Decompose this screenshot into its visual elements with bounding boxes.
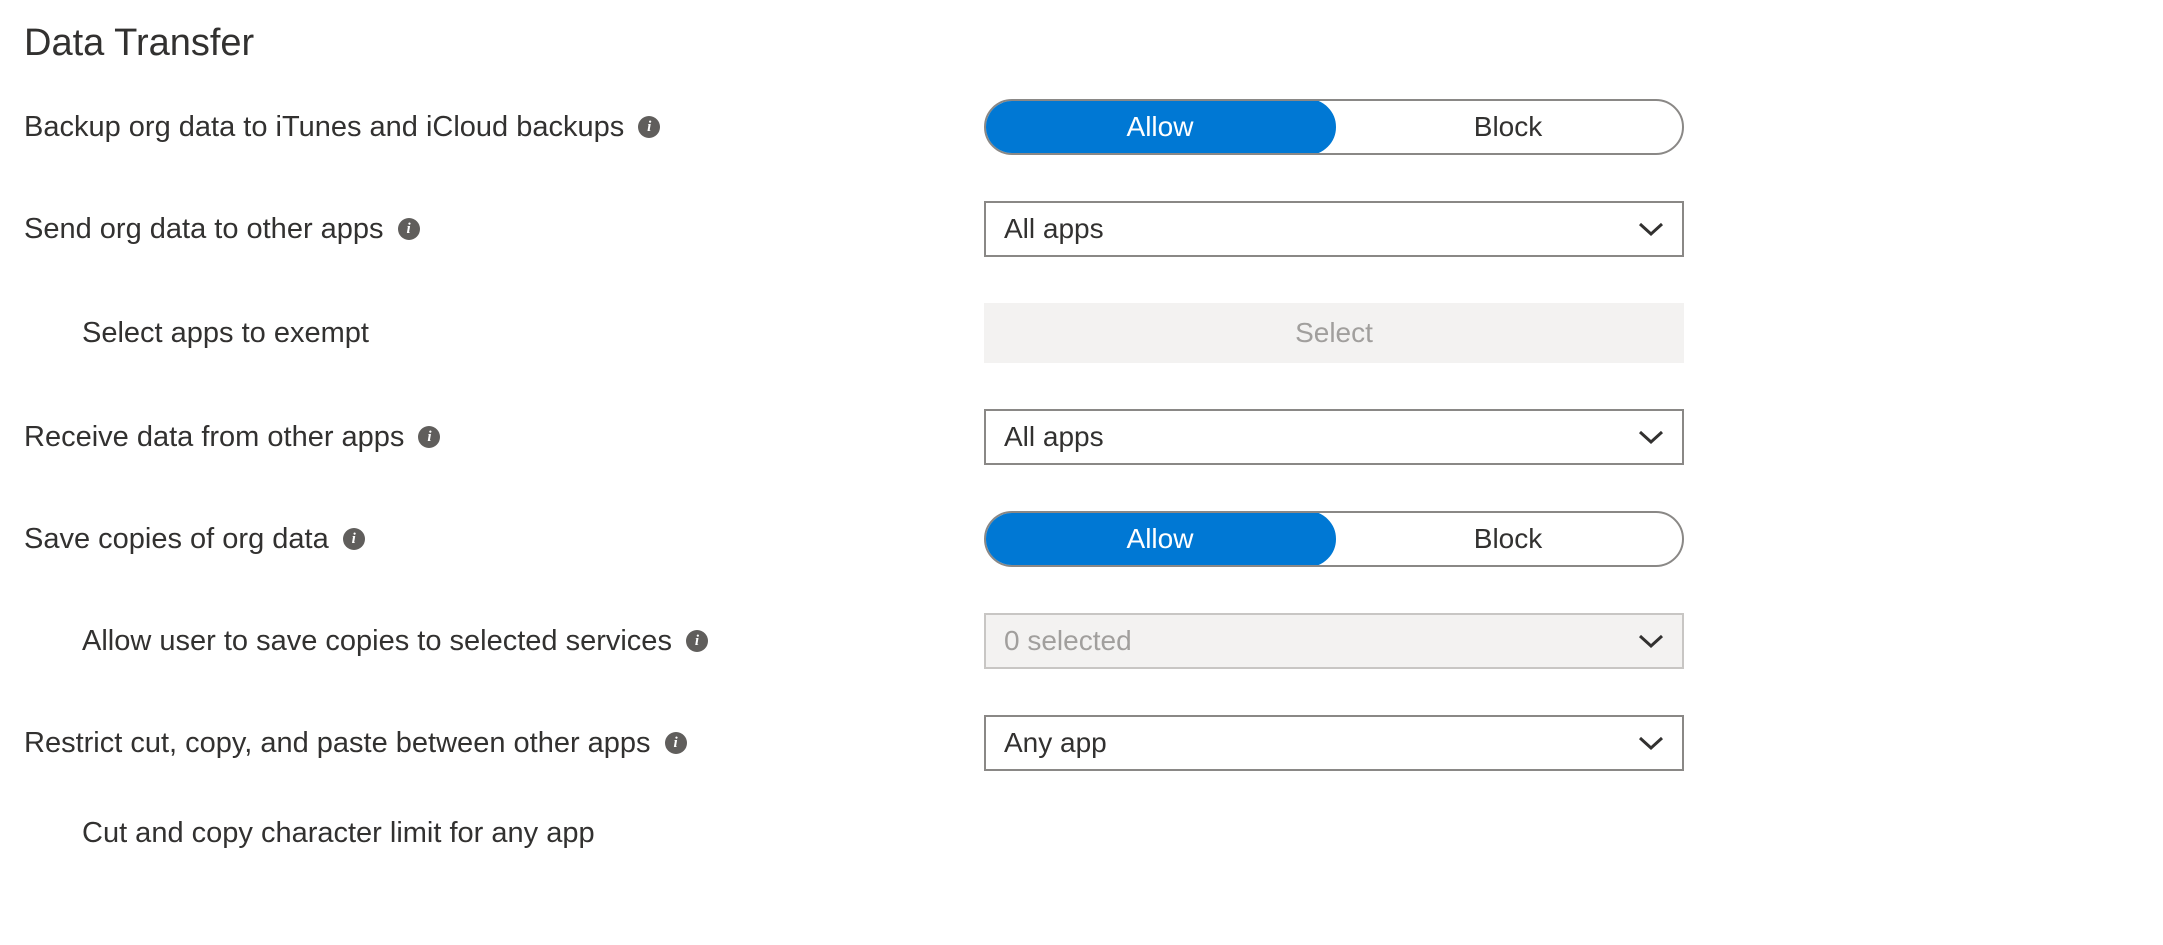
send-dropdown[interactable]: All apps xyxy=(984,201,1684,257)
savecopies-toggle-block[interactable]: Block xyxy=(1334,513,1682,565)
savecopies-label: Save copies of org data xyxy=(24,523,329,556)
row-send: Send org data to other apps i All apps xyxy=(24,201,2139,257)
backup-toggle-allow[interactable]: Allow xyxy=(984,99,1336,155)
backup-toggle-block[interactable]: Block xyxy=(1334,101,1682,153)
row-saveservices: Allow user to save copies to selected se… xyxy=(24,613,2139,669)
row-exempt: Select apps to exempt Select xyxy=(24,303,2139,363)
saveservices-dropdown-value: 0 selected xyxy=(1004,625,1132,657)
row-charlimit: Cut and copy character limit for any app xyxy=(24,817,2139,850)
row-backup: Backup org data to iTunes and iCloud bac… xyxy=(24,99,2139,155)
savecopies-toggle[interactable]: Allow Block xyxy=(984,511,1684,567)
restrict-dropdown[interactable]: Any app xyxy=(984,715,1684,771)
restrict-label: Restrict cut, copy, and paste between ot… xyxy=(24,727,651,760)
exempt-label: Select apps to exempt xyxy=(82,317,369,350)
chevron-down-icon xyxy=(1638,221,1664,237)
exempt-select-button-label: Select xyxy=(1295,317,1373,349)
receive-dropdown-value: All apps xyxy=(1004,421,1104,453)
info-icon[interactable]: i xyxy=(398,218,420,240)
savecopies-toggle-allow[interactable]: Allow xyxy=(984,511,1336,567)
section-title: Data Transfer xyxy=(24,22,2139,65)
chevron-down-icon xyxy=(1638,429,1664,445)
receive-label: Receive data from other apps xyxy=(24,421,404,454)
exempt-select-button: Select xyxy=(984,303,1684,363)
restrict-dropdown-value: Any app xyxy=(1004,727,1107,759)
charlimit-label: Cut and copy character limit for any app xyxy=(82,817,595,850)
backup-toggle[interactable]: Allow Block xyxy=(984,99,1684,155)
receive-dropdown[interactable]: All apps xyxy=(984,409,1684,465)
chevron-down-icon xyxy=(1638,633,1664,649)
saveservices-label: Allow user to save copies to selected se… xyxy=(82,625,672,658)
info-icon[interactable]: i xyxy=(343,528,365,550)
info-icon[interactable]: i xyxy=(665,732,687,754)
chevron-down-icon xyxy=(1638,735,1664,751)
info-icon[interactable]: i xyxy=(638,116,660,138)
backup-label: Backup org data to iTunes and iCloud bac… xyxy=(24,111,624,144)
row-savecopies: Save copies of org data i Allow Block xyxy=(24,511,2139,567)
info-icon[interactable]: i xyxy=(418,426,440,448)
saveservices-dropdown: 0 selected xyxy=(984,613,1684,669)
send-dropdown-value: All apps xyxy=(1004,213,1104,245)
info-icon[interactable]: i xyxy=(686,630,708,652)
send-label: Send org data to other apps xyxy=(24,213,384,246)
row-restrict: Restrict cut, copy, and paste between ot… xyxy=(24,715,2139,771)
row-receive: Receive data from other apps i All apps xyxy=(24,409,2139,465)
